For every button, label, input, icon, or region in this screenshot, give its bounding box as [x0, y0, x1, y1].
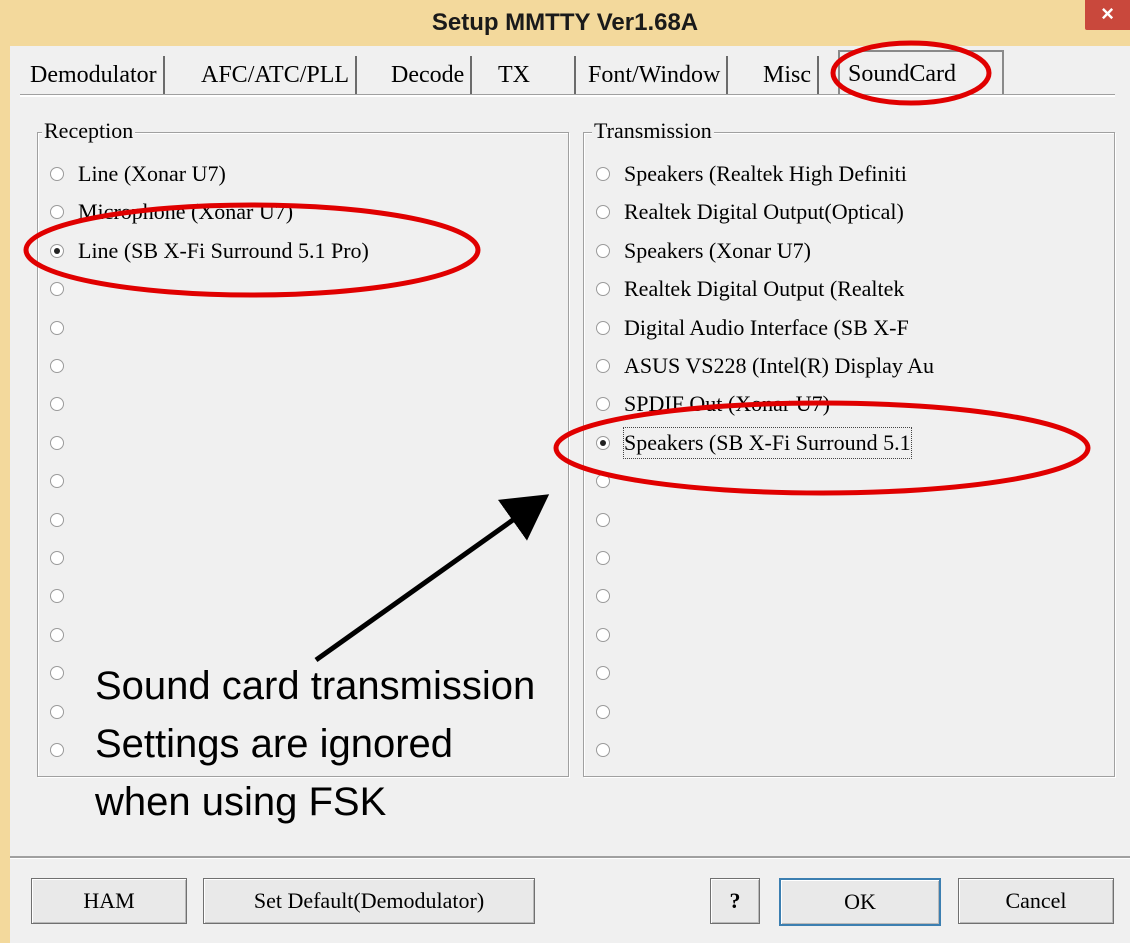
transmission-selection-highlight [553, 400, 1091, 496]
reception-selection-highlight [23, 202, 481, 298]
soundcard-tab-highlight [830, 40, 992, 106]
annotation-arrow [314, 494, 550, 663]
annotation-overlay [23, 40, 1091, 663]
